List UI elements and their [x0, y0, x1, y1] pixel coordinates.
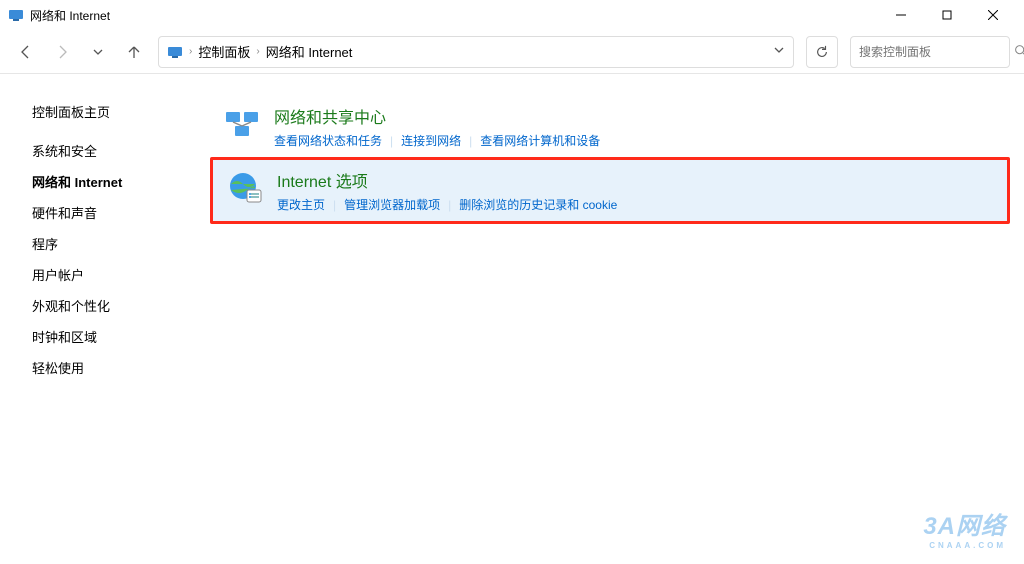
sidebar-item-home[interactable]: 控制面板主页 [32, 96, 210, 127]
sidebar-item-appearance[interactable]: 外观和个性化 [32, 290, 210, 321]
link-separator: | [390, 134, 393, 148]
link-delete-history[interactable]: 删除浏览的历史记录和 cookie [459, 196, 617, 213]
titlebar: 网络和 Internet [0, 0, 1024, 30]
sidebar-item-hardware[interactable]: 硬件和声音 [32, 197, 210, 228]
main: 控制面板主页 系统和安全 网络和 Internet 硬件和声音 程序 用户帐户 … [0, 74, 1024, 564]
search-box[interactable] [850, 36, 1010, 68]
link-separator: | [333, 198, 336, 212]
back-button[interactable] [14, 40, 38, 64]
category-network-sharing: 网络和共享中心 查看网络状态和任务 | 连接到网络 | 查看网络计算机和设备 [210, 96, 1010, 157]
link-separator: | [448, 198, 451, 212]
link-separator: | [469, 134, 472, 148]
refresh-button[interactable] [806, 36, 838, 68]
link-connect-network[interactable]: 连接到网络 [401, 132, 461, 149]
category-links: 查看网络状态和任务 | 连接到网络 | 查看网络计算机和设备 [274, 132, 996, 149]
search-icon [1014, 44, 1024, 60]
category-title[interactable]: Internet 选项 [277, 168, 993, 192]
sidebar-item-accounts[interactable]: 用户帐户 [32, 259, 210, 290]
close-button[interactable] [970, 0, 1016, 30]
watermark-sub: CNAAA.COM [923, 541, 1006, 550]
breadcrumb[interactable]: › 控制面板 › 网络和 Internet [158, 36, 794, 68]
link-manage-addons[interactable]: 管理浏览器加载项 [344, 196, 440, 213]
link-change-homepage[interactable]: 更改主页 [277, 196, 325, 213]
watermark: 3A网络 CNAAA.COM [923, 506, 1006, 550]
window-title: 网络和 Internet [30, 7, 110, 24]
category-title[interactable]: 网络和共享中心 [274, 104, 996, 128]
up-button[interactable] [122, 40, 146, 64]
link-view-status[interactable]: 查看网络状态和任务 [274, 132, 382, 149]
link-view-devices[interactable]: 查看网络计算机和设备 [480, 132, 600, 149]
breadcrumb-current[interactable]: 网络和 Internet [266, 42, 353, 61]
app-icon [8, 7, 24, 23]
network-center-icon [224, 106, 260, 142]
navbar: › 控制面板 › 网络和 Internet [0, 30, 1024, 74]
content: 网络和共享中心 查看网络状态和任务 | 连接到网络 | 查看网络计算机和设备 [210, 74, 1024, 564]
breadcrumb-dropdown[interactable] [773, 44, 785, 59]
maximize-button[interactable] [924, 0, 970, 30]
watermark-main: 3A网络 [923, 513, 1006, 540]
forward-button[interactable] [50, 40, 74, 64]
recent-dropdown[interactable] [86, 40, 110, 64]
chevron-right-icon: › [256, 46, 259, 57]
internet-options-icon [227, 170, 263, 206]
sidebar-item-clock[interactable]: 时钟和区域 [32, 321, 210, 352]
sidebar-item-network[interactable]: 网络和 Internet [32, 166, 210, 197]
category-links: 更改主页 | 管理浏览器加载项 | 删除浏览的历史记录和 cookie [277, 196, 993, 213]
chevron-right-icon: › [189, 46, 192, 57]
breadcrumb-root[interactable]: 控制面板 [198, 42, 250, 61]
control-panel-icon [167, 44, 183, 60]
sidebar-item-ease[interactable]: 轻松使用 [32, 352, 210, 383]
window-controls [878, 0, 1016, 30]
category-internet-options: Internet 选项 更改主页 | 管理浏览器加载项 | 删除浏览的历史记录和… [210, 157, 1010, 224]
search-input[interactable] [859, 45, 1014, 59]
minimize-button[interactable] [878, 0, 924, 30]
sidebar: 控制面板主页 系统和安全 网络和 Internet 硬件和声音 程序 用户帐户 … [0, 74, 210, 564]
sidebar-item-programs[interactable]: 程序 [32, 228, 210, 259]
sidebar-item-system[interactable]: 系统和安全 [32, 135, 210, 166]
